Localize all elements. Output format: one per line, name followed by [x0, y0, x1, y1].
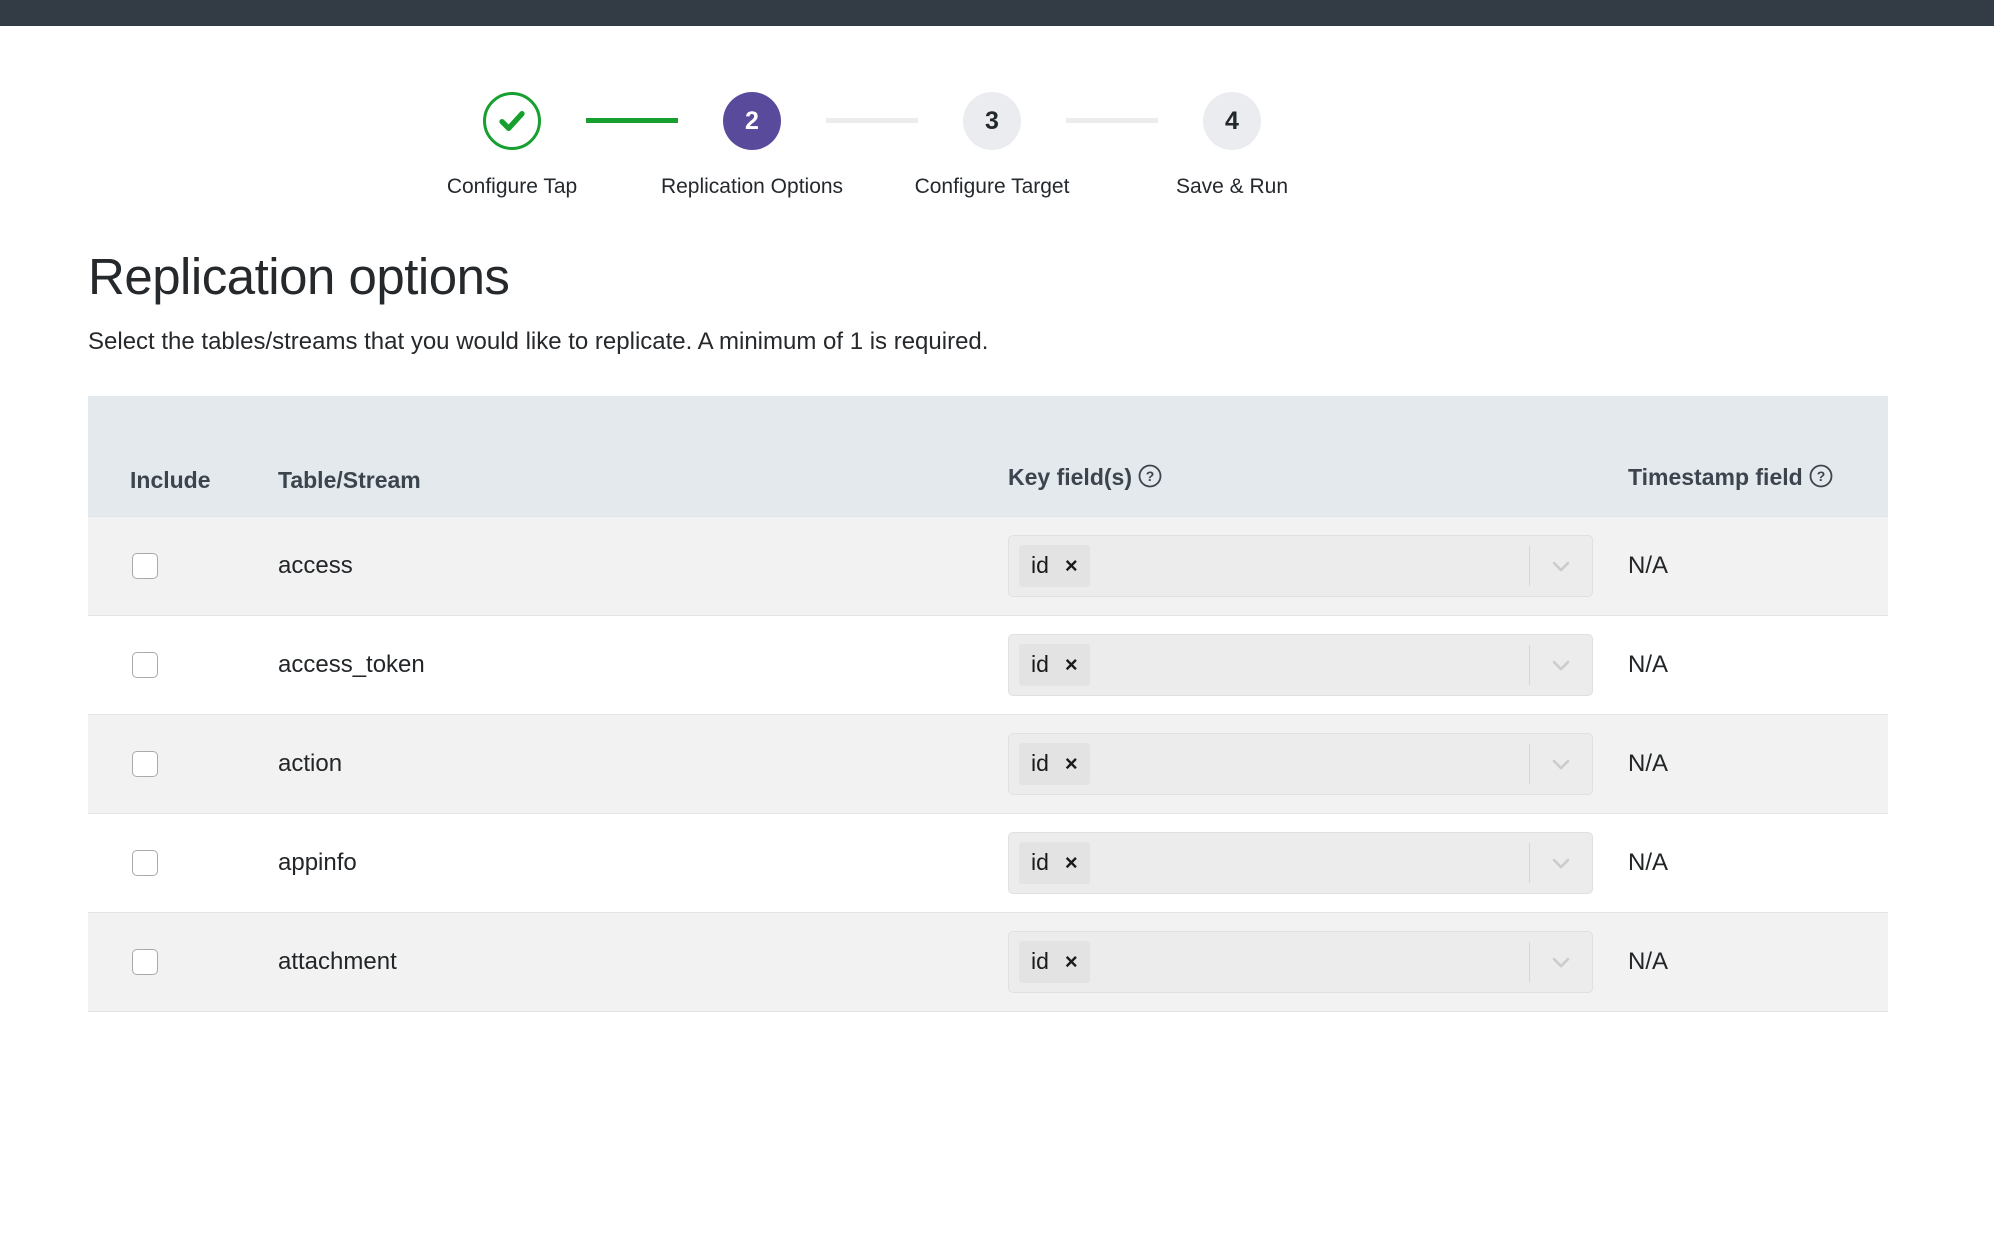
key-fields-select[interactable]: id × — [1008, 732, 1593, 795]
check-icon — [483, 92, 541, 150]
key-field-chip: id × — [1019, 841, 1090, 884]
column-header-key-fields: Key field(s)? — [1008, 396, 1628, 516]
stepper-step-number-3: 3 — [963, 92, 1021, 150]
cell-include — [88, 713, 278, 814]
column-header-include-label: Include — [130, 466, 211, 493]
key-field-chip-label: id — [1031, 750, 1049, 776]
cell-timestamp-field: N/A — [1628, 614, 1888, 715]
cell-key-fields: id × — [1008, 713, 1628, 814]
column-header-stream: Table/Stream — [278, 396, 1008, 516]
key-field-chip-label: id — [1031, 651, 1049, 677]
column-header-timestamp-field-label: Timestamp field — [1628, 463, 1803, 490]
stepper-connector-1 — [586, 118, 678, 123]
question-circle-icon[interactable]: ? — [1809, 464, 1833, 494]
include-checkbox[interactable] — [132, 750, 158, 777]
stepper-step-label-2: Replication Options — [660, 175, 844, 198]
remove-key-field-icon[interactable]: × — [1065, 653, 1078, 676]
chevron-down-icon[interactable] — [1530, 948, 1592, 976]
cell-timestamp-field: N/A — [1628, 812, 1888, 913]
cell-timestamp-field: N/A — [1628, 911, 1888, 1012]
stepper-step-4[interactable]: 4 Save & Run — [1158, 92, 1306, 199]
chevron-down-icon[interactable] — [1530, 849, 1592, 877]
include-checkbox[interactable] — [132, 651, 158, 678]
remove-key-field-icon[interactable]: × — [1065, 752, 1078, 775]
replication-table: Include Table/Stream Key field(s)? Times… — [88, 396, 1888, 1012]
cell-timestamp-field: N/A — [1628, 515, 1888, 616]
table-header: Include Table/Stream Key field(s)? Times… — [88, 396, 1888, 516]
cell-stream-name: action — [278, 713, 1008, 814]
table-row: access id × N/A — [88, 515, 1888, 616]
remove-key-field-icon[interactable]: × — [1065, 851, 1078, 874]
cell-stream-name: access — [278, 515, 1008, 616]
key-field-chip-label: id — [1031, 948, 1049, 974]
column-header-include: Include — [88, 396, 278, 516]
progress-stepper: Configure Tap 2 Replication Options 3 Config… — [0, 26, 1994, 199]
stepper-step-1[interactable]: Configure Tap — [438, 92, 586, 199]
table-header-row: Include Table/Stream Key field(s)? Times… — [88, 396, 1888, 516]
table-row: access_token id × N/A — [88, 614, 1888, 715]
key-field-chip-label: id — [1031, 552, 1049, 578]
chevron-down-icon[interactable] — [1530, 651, 1592, 679]
cell-key-fields: id × — [1008, 911, 1628, 1012]
replication-table-container: Include Table/Stream Key field(s)? Times… — [88, 396, 1888, 1012]
svg-text:?: ? — [1146, 468, 1155, 484]
cell-include — [88, 515, 278, 616]
stepper-step-number-2: 2 — [723, 92, 781, 150]
key-field-chip: id × — [1019, 544, 1090, 587]
column-header-key-fields-label: Key field(s) — [1008, 463, 1132, 490]
include-checkbox[interactable] — [132, 948, 158, 975]
page-subtitle: Select the tables/streams that you would… — [88, 328, 989, 355]
remove-key-field-icon[interactable]: × — [1065, 950, 1078, 973]
column-header-stream-label: Table/Stream — [278, 466, 421, 493]
include-checkbox[interactable] — [132, 552, 158, 579]
key-field-chip: id × — [1019, 742, 1090, 785]
key-field-chip-label: id — [1031, 849, 1049, 875]
stepper-step-label-4: Save & Run — [1175, 175, 1289, 198]
cell-include — [88, 911, 278, 1012]
cell-stream-name: access_token — [278, 614, 1008, 715]
key-fields-select[interactable]: id × — [1008, 831, 1593, 894]
stepper-step-number-4: 4 — [1203, 92, 1261, 150]
top-app-bar — [0, 0, 1994, 26]
stepper-step-label-3: Configure Target — [914, 175, 1070, 198]
key-field-chip: id × — [1019, 643, 1090, 686]
key-field-chip: id × — [1019, 940, 1090, 983]
page-content: Configure Tap 2 Replication Options 3 Config… — [0, 26, 1994, 1012]
stepper-step-3[interactable]: 3 Configure Target — [915, 92, 1069, 199]
cell-key-fields: id × — [1008, 812, 1628, 913]
chevron-down-icon[interactable] — [1530, 750, 1592, 778]
include-checkbox[interactable] — [132, 849, 158, 876]
cell-stream-name: attachment — [278, 911, 1008, 1012]
table-row: appinfo id × N/A — [88, 812, 1888, 913]
table-body: access id × N/A access_token id × N/A action id × N… — [88, 515, 1888, 1012]
table-row: action id × N/A — [88, 713, 1888, 814]
cell-include — [88, 614, 278, 715]
cell-stream-name: appinfo — [278, 812, 1008, 913]
cell-key-fields: id × — [1008, 614, 1628, 715]
page-title: Replication options — [88, 248, 510, 305]
question-circle-icon[interactable]: ? — [1138, 464, 1162, 494]
remove-key-field-icon[interactable]: × — [1065, 554, 1078, 577]
key-fields-select[interactable]: id × — [1008, 534, 1593, 597]
column-header-timestamp-field: Timestamp field? — [1628, 396, 1888, 516]
cell-timestamp-field: N/A — [1628, 713, 1888, 814]
key-fields-select[interactable]: id × — [1008, 930, 1593, 993]
stepper-connector-2 — [826, 118, 918, 123]
chevron-down-icon[interactable] — [1530, 552, 1592, 580]
stepper-connector-3 — [1066, 118, 1158, 123]
table-row: attachment id × N/A — [88, 911, 1888, 1012]
stepper-step-label-1: Configure Tap — [446, 175, 578, 198]
svg-text:?: ? — [1816, 468, 1825, 484]
cell-include — [88, 812, 278, 913]
cell-key-fields: id × — [1008, 515, 1628, 616]
stepper-step-2[interactable]: 2 Replication Options — [661, 92, 843, 199]
key-fields-select[interactable]: id × — [1008, 633, 1593, 696]
